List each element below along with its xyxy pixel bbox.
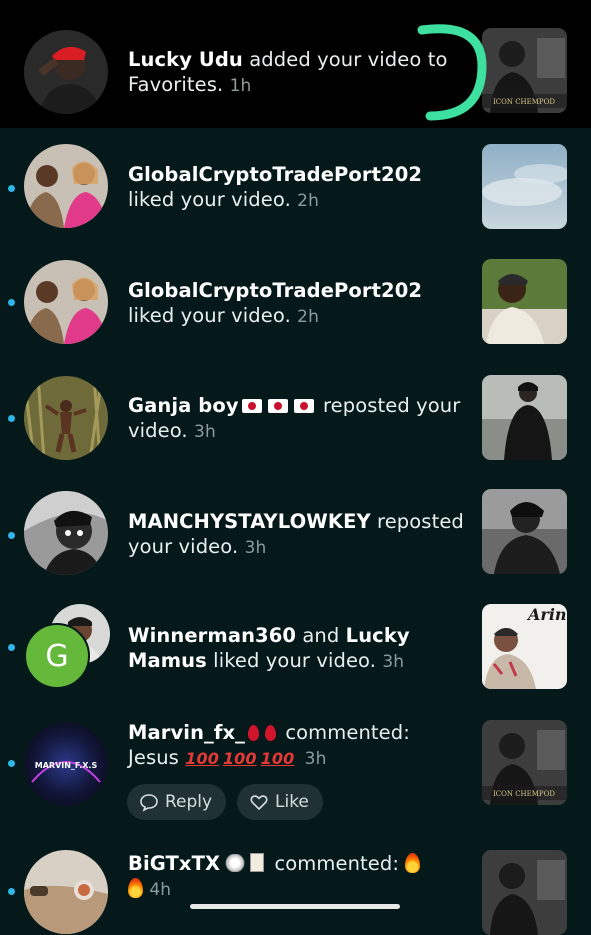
notification-time: 3h (304, 749, 327, 769)
notification-time: 2h (297, 307, 319, 327)
notification-time: 3h (194, 422, 216, 442)
thumbnail-caption: ICON CHEMPOD (493, 790, 555, 798)
japan-flag-icon (293, 399, 314, 413)
blood-drop-icon (248, 725, 260, 741)
video-thumbnail[interactable] (482, 850, 567, 935)
notification-row-like-group[interactable]: G Winnerman360 and Lucky Mamus liked you… (0, 592, 591, 708)
notification-row-like-1[interactable]: GlobalCryptoTradePort202 liked your vide… (0, 128, 591, 244)
playing-card-icon (250, 853, 265, 872)
hundred-points-icon: 100 (260, 749, 295, 768)
like-button[interactable]: Like (237, 784, 323, 820)
notification-message: commented: (279, 721, 410, 744)
video-thumbnail[interactable]: ICON CHEMPOD (482, 28, 567, 113)
thumbnail-caption: ICON CHEMPOD (493, 98, 555, 106)
highlight-mark (417, 24, 487, 121)
unread-dot (8, 888, 15, 895)
unread-dot (8, 185, 15, 192)
notification-time: 3h (244, 538, 267, 558)
heart-icon (250, 795, 268, 810)
unread-dot (8, 760, 15, 767)
reply-label: Reply (165, 792, 213, 812)
unread-dot (8, 532, 15, 539)
avatar-lucky-udu[interactable] (24, 30, 108, 114)
avatar-label: MARVIN_F.X.S (35, 761, 98, 770)
reply-button[interactable]: Reply (127, 784, 227, 820)
notification-time: 1h (229, 76, 252, 96)
like-label: Like (275, 792, 309, 812)
notification-text: Ganja boy reposted your video. 3h (128, 393, 468, 445)
unread-dot (8, 299, 15, 306)
notification-row-comment-2[interactable]: BiGTxTX commented: 4h (0, 838, 591, 935)
notification-message: commented: (268, 852, 406, 875)
notification-text: BiGTxTX commented: 4h (128, 851, 468, 903)
comment-text: Jesus (128, 746, 186, 769)
actor-name[interactable]: Winnerman360 (128, 624, 296, 647)
actor-name[interactable]: GlobalCryptoTradePort202 (128, 163, 422, 186)
notification-text: Winnerman360 and Lucky Mamus liked your … (128, 623, 468, 675)
avatar-manchystaylowkey[interactable] (24, 491, 108, 575)
notification-text: GlobalCryptoTradePort202 liked your vide… (128, 278, 468, 330)
hundred-points-icon: 100 (222, 749, 257, 768)
home-indicator (190, 904, 400, 909)
fire-icon (128, 878, 143, 898)
actor-name[interactable]: GlobalCryptoTradePort202 (128, 279, 422, 302)
notification-row-comment-1[interactable]: MARVIN_F.X.S Marvin_fx_ commented: Jesus… (0, 708, 591, 838)
conjunction: and (296, 624, 346, 647)
avatar-globalcrypto[interactable] (24, 144, 108, 228)
japan-flag-icon (267, 399, 288, 413)
actor-name[interactable]: BiGTxTX (128, 852, 220, 875)
avatar-letter: G (45, 638, 69, 674)
notification-text: MANCHYSTAYLOWKEY reposted your video. 3h (128, 509, 468, 561)
notification-text: GlobalCryptoTradePort202 liked your vide… (128, 162, 468, 214)
unread-dot (8, 415, 15, 422)
avatar-globalcrypto[interactable] (24, 260, 108, 344)
notification-message: liked your video. (206, 649, 383, 672)
actor-name[interactable]: Ganja boy (128, 394, 239, 417)
notification-row-repost-1[interactable]: Ganja boy reposted your video. 3h (0, 360, 591, 476)
video-thumbnail[interactable] (482, 144, 567, 229)
notification-row-repost-2[interactable]: MANCHYSTAYLOWKEY reposted your video. 3h (0, 476, 591, 592)
notification-message: liked your video. (128, 304, 298, 327)
avatar-bigtxtx[interactable] (24, 850, 108, 934)
notification-row-favorites[interactable]: Lucky Udu added your video to Favorites.… (0, 0, 591, 128)
notification-time: 3h (382, 652, 405, 672)
avatar-ganja-boy[interactable] (24, 376, 108, 460)
notification-time: 4h (149, 880, 172, 900)
notification-text: Marvin_fx_ commented: Jesus 100 100 100 3h (128, 720, 468, 772)
fire-icon (405, 853, 421, 873)
notification-row-like-2[interactable]: GlobalCryptoTradePort202 liked your vide… (0, 244, 591, 360)
video-thumbnail[interactable]: ICON CHEMPOD (482, 720, 567, 805)
hundred-points-icon: 100 (185, 749, 219, 768)
thumbnail-text: Arine (526, 605, 567, 624)
notification-message: liked your video. (128, 188, 298, 211)
unread-dot (8, 644, 15, 651)
blood-drop-icon (265, 725, 277, 741)
avatar-winnerman360[interactable]: G (24, 623, 90, 689)
notification-time: 2h (297, 191, 319, 211)
avatar-marvin-fx[interactable]: MARVIN_F.X.S (24, 722, 108, 806)
video-thumbnail[interactable]: Arine (482, 604, 567, 689)
actor-name[interactable]: Marvin_fx_ (128, 721, 245, 744)
video-thumbnail[interactable] (482, 489, 567, 574)
actor-name[interactable]: Lucky Udu (128, 48, 243, 71)
collision-icon (224, 854, 247, 872)
video-thumbnail[interactable] (482, 375, 567, 460)
japan-flag-icon (241, 399, 262, 413)
video-thumbnail[interactable] (482, 259, 567, 344)
speech-bubble-icon (140, 794, 158, 812)
actor-name[interactable]: MANCHYSTAYLOWKEY (128, 510, 371, 533)
